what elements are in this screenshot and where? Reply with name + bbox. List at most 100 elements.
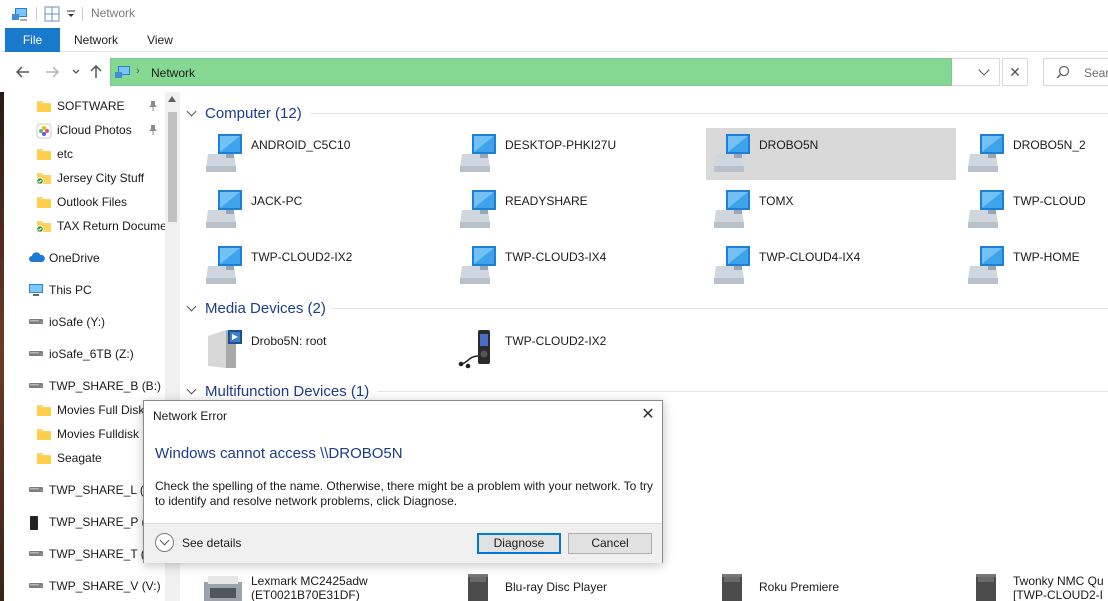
nav-item-iosafe-y[interactable]: ioSafe (Y:) <box>0 311 165 333</box>
nav-item-twp-share-l-l[interactable]: TWP_SHARE_L (L:) <box>0 479 165 501</box>
nav-item-onedrive[interactable]: OneDrive <box>0 247 165 269</box>
scroll-up-icon[interactable] <box>168 96 176 102</box>
device-tile[interactable]: DROBO5N <box>706 128 956 180</box>
device-tile[interactable]: ANDROID_C5C10 <box>202 128 452 180</box>
dialog-heading: Windows cannot access \\DROBO5N <box>155 445 403 462</box>
diagnose-button[interactable]: Diagnose <box>477 533 561 554</box>
nav-item-movies-full-disk[interactable]: Movies Full Disk <box>0 399 165 421</box>
device-tile[interactable]: JACK-PC <box>202 184 452 236</box>
media-renderer-icon <box>710 572 754 601</box>
nav-item-twp-share-b-b[interactable]: TWP_SHARE_B (B:) <box>0 375 165 397</box>
device-tile[interactable]: TWP-CLOUD4-IX4 <box>710 240 960 292</box>
device-tile[interactable]: Drobo5N: root <box>202 324 452 376</box>
nav-item-label: Outlook Files <box>57 195 128 209</box>
device-tile[interactable]: TWP-CLOUD2-IX2 <box>202 240 452 292</box>
group-header-multifunction[interactable]: Multifunction Devices (1) <box>186 381 369 401</box>
folder-icon <box>36 451 52 468</box>
device-name: Lexmark MC2425adw <box>251 574 368 588</box>
nav-item-twp-share-p-p[interactable]: TWP_SHARE_P (P:) <box>0 511 165 533</box>
device-tile[interactable]: Lexmark MC2425adw (ET0021B70E31DF) <box>202 570 452 601</box>
tab-network[interactable]: Network <box>67 28 125 52</box>
device-tile[interactable]: Twonky NMC Qu [TWP-CLOUD2-I <box>964 570 1108 601</box>
device-tile[interactable]: Roku Premiere <box>710 570 960 601</box>
computer-icon <box>710 130 754 179</box>
breadcrumb-chevron-icon[interactable]: › <box>136 65 140 77</box>
folder-icon <box>36 147 52 164</box>
see-details-label: See details <box>182 535 242 550</box>
device-tile[interactable]: TWP-CLOUD <box>964 184 1108 236</box>
forward-button[interactable] <box>44 64 60 80</box>
nav-item-twp-share-v-v[interactable]: TWP_SHARE_V (V:) <box>0 575 165 597</box>
network-drive-icon <box>28 579 44 593</box>
nav-item-label: OneDrive <box>49 251 100 265</box>
device-name: TWP-CLOUD2-IX2 <box>251 250 353 264</box>
network-drive-icon <box>28 379 44 393</box>
desktop-background-strip <box>0 92 4 601</box>
nav-item-tax-return-docume[interactable]: TAX Return Docume <box>0 215 165 237</box>
tab-file[interactable]: File <box>5 28 60 52</box>
device-tile[interactable]: Blu-ray Disc Player <box>456 570 706 601</box>
nav-item-outlook-files[interactable]: Outlook Files <box>0 191 165 213</box>
nav-item-this-pc[interactable]: This PC <box>0 279 165 301</box>
search-input[interactable]: Search <box>1043 58 1108 86</box>
address-history-dropdown[interactable] <box>952 58 1000 86</box>
device-tile[interactable]: READYSHARE <box>456 184 706 236</box>
device-name: DROBO5N <box>759 138 819 152</box>
title-separator <box>36 7 37 21</box>
nav-item-label: iCloud Photos <box>57 123 132 137</box>
device-tile[interactable]: TWP-HOME <box>964 240 1108 292</box>
breadcrumb-network[interactable]: Network <box>151 66 195 80</box>
cancel-button[interactable]: Cancel <box>568 533 652 554</box>
nav-item-label: Movies Full Disk <box>57 403 145 417</box>
group-header-media[interactable]: Media Devices (2) <box>186 298 326 318</box>
close-icon: ✕ <box>1009 64 1021 80</box>
folder-icon <box>36 403 52 420</box>
properties-icon[interactable] <box>44 6 60 25</box>
ribbon: File Network View <box>0 28 1108 52</box>
nav-item-seagate[interactable]: Seagate <box>0 447 165 469</box>
see-details-toggle[interactable]: See details <box>155 533 241 552</box>
media-renderer-icon <box>456 572 500 601</box>
recent-locations-button[interactable] <box>68 64 84 80</box>
back-button[interactable] <box>15 64 31 80</box>
pin-icon[interactable] <box>148 100 158 114</box>
device-tile[interactable]: DROBO5N_2 <box>964 128 1108 180</box>
nav-item-twp-share-t-t[interactable]: TWP_SHARE_T (T:) <box>0 543 165 565</box>
network-drive-icon <box>28 483 44 497</box>
computer-icon <box>964 242 1008 291</box>
computer-icon <box>202 186 246 235</box>
scroll-thumb[interactable] <box>168 112 177 222</box>
customize-quick-access-icon[interactable] <box>66 9 76 23</box>
device-name: DROBO5N_2 <box>1013 138 1086 152</box>
network-app-icon <box>11 6 29 25</box>
dialog-close-button[interactable]: ✕ <box>637 404 659 426</box>
nav-item-icloud-photos[interactable]: iCloud Photos <box>0 119 165 141</box>
device-tile[interactable]: DESKTOP-PHKI27U <box>456 128 706 180</box>
group-header-computer[interactable]: Computer (12) <box>186 103 302 123</box>
up-button[interactable] <box>88 64 104 80</box>
nav-item-etc[interactable]: etc <box>0 143 165 165</box>
nav-item-iosafe-6tb-z[interactable]: ioSafe_6TB (Z:) <box>0 343 165 365</box>
clear-address-button[interactable]: ✕ <box>1002 58 1028 86</box>
device-tile[interactable]: TWP-CLOUD3-IX4 <box>456 240 706 292</box>
device-name: DESKTOP-PHKI27U <box>505 138 617 152</box>
chevron-down-icon <box>186 301 197 312</box>
chevron-down-icon <box>186 106 197 117</box>
media-server-icon <box>202 326 246 375</box>
computer-icon <box>710 186 754 235</box>
expand-details-icon[interactable] <box>155 533 174 552</box>
dialog-title: Network Error <box>153 409 228 423</box>
tab-view[interactable]: View <box>138 28 182 52</box>
network-drive-icon <box>28 315 44 329</box>
window-title: Network <box>91 6 136 20</box>
device-tile[interactable]: TOMX <box>710 184 960 236</box>
device-tile[interactable]: TWP-CLOUD2-IX2 <box>456 324 706 376</box>
nav-item-jersey-city-stuff[interactable]: Jersey City Stuff <box>0 167 165 189</box>
nav-item-software[interactable]: SOFTWARE <box>0 95 165 117</box>
folder-icon <box>36 427 52 444</box>
pin-icon[interactable] <box>148 124 158 138</box>
nav-item-movies-fulldisk[interactable]: Movies Fulldisk <box>0 423 165 445</box>
media-player-icon <box>456 326 500 375</box>
device-subtitle: (ET0021B70E31DF) <box>251 588 360 601</box>
address-bar[interactable]: › Network <box>110 58 952 86</box>
